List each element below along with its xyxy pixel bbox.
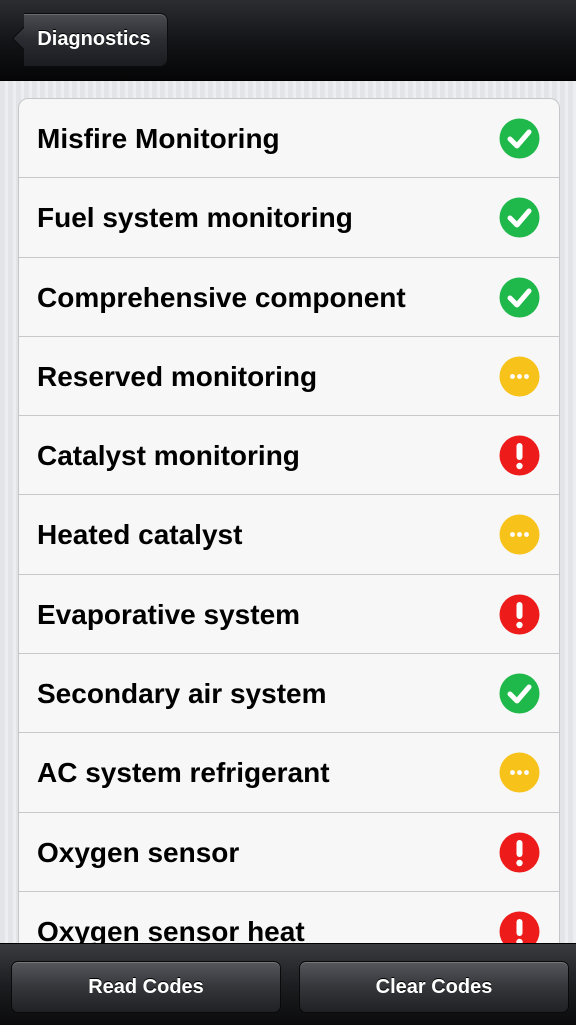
monitor-list: Misfire Monitoring Fuel system monitoring…: [18, 98, 560, 943]
monitor-label: Oxygen sensor: [37, 836, 240, 868]
list-item[interactable]: Secondary air system: [19, 654, 559, 734]
check-icon: [499, 277, 540, 318]
ellipsis-icon: [499, 752, 540, 793]
list-item[interactable]: Oxygen sensor heat: [19, 892, 559, 943]
exclamation-icon: [499, 594, 540, 635]
bottom-toolbar: Read Codes Clear Codes: [0, 943, 576, 1025]
check-icon: [499, 118, 540, 159]
exclamation-icon: [499, 435, 540, 476]
monitor-label: Oxygen sensor heat: [37, 915, 305, 943]
list-item[interactable]: Misfire Monitoring: [19, 99, 559, 179]
monitor-label: Catalyst monitoring: [37, 440, 300, 472]
monitor-label: Heated catalyst: [37, 519, 243, 551]
list-item[interactable]: Fuel system monitoring: [19, 178, 559, 258]
monitor-label: Fuel system monitoring: [37, 202, 353, 234]
read-codes-button[interactable]: Read Codes: [11, 961, 281, 1013]
monitor-label: Evaporative system: [37, 598, 301, 630]
list-item[interactable]: Comprehensive component: [19, 258, 559, 337]
clear-codes-button[interactable]: Clear Codes: [299, 961, 569, 1013]
monitor-label: Reserved monitoring: [37, 360, 318, 392]
monitor-label: Misfire Monitoring: [37, 123, 280, 154]
back-button-label: Diagnostics: [37, 28, 151, 50]
list-item[interactable]: Heated catalyst: [19, 495, 559, 575]
monitor-label: Comprehensive component: [37, 281, 406, 313]
check-icon: [499, 197, 540, 238]
back-button[interactable]: Diagnostics: [10, 13, 168, 67]
list-item[interactable]: Evaporative system: [19, 575, 559, 655]
navigation-bar: Diagnostics: [0, 0, 576, 81]
ellipsis-icon: [499, 356, 540, 397]
exclamation-icon: [499, 911, 540, 943]
monitor-label: Secondary air system: [37, 678, 327, 710]
exclamation-icon: [499, 832, 540, 873]
ellipsis-icon: [499, 514, 540, 555]
check-icon: [499, 673, 540, 714]
list-item[interactable]: AC system refrigerant: [19, 733, 559, 813]
list-item[interactable]: Reserved monitoring: [19, 337, 559, 417]
list-item[interactable]: Catalyst monitoring: [19, 416, 559, 496]
list-item[interactable]: Oxygen sensor: [19, 813, 559, 892]
monitor-label: AC system refrigerant: [37, 757, 330, 789]
